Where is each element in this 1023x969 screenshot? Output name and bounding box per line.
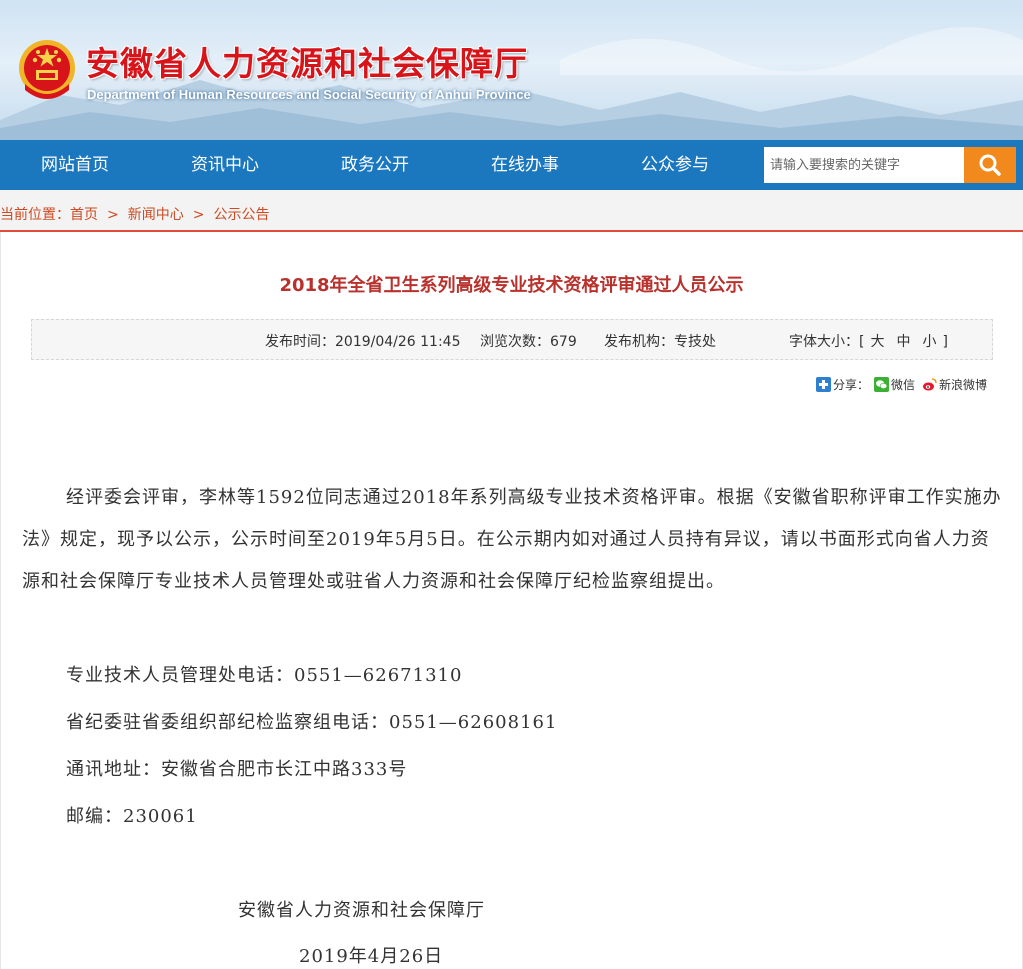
breadcrumb: 当前位置：首页 > 新闻中心 > 公示公告 (0, 204, 269, 224)
font-size-medium[interactable]: 中 (896, 334, 910, 350)
contact-address: 通讯地址：安徽省合肥市长江中路333号 (66, 759, 408, 780)
nav-item-home[interactable]: 网站首页 (0, 140, 150, 190)
wechat-icon (874, 377, 889, 392)
font-size-bracket-end: ] (942, 334, 948, 350)
weibo-label: 新浪微博 (939, 378, 988, 392)
font-size-label: 字体大小：[ (789, 334, 865, 350)
breadcrumb-news-center[interactable]: 新闻中心 (128, 207, 184, 223)
nav-item-news-center[interactable]: 资讯中心 (150, 140, 300, 190)
site-subtitle: Department of Human Resources and Social… (87, 87, 531, 102)
publishing-org: 发布机构：专技处 (604, 334, 716, 350)
breadcrumb-prefix: 当前位置： (0, 207, 70, 223)
view-count: 浏览次数：679 (480, 334, 577, 350)
search-input[interactable] (764, 147, 964, 183)
national-emblem-icon (19, 40, 75, 99)
contact-postcode: 邮编：230061 (66, 806, 198, 827)
font-size-control: 字体大小：[ 大中小] (789, 331, 948, 351)
share-wechat[interactable]: 微信 (874, 376, 915, 393)
nav-item-public-participation[interactable]: 公众参与 (600, 140, 750, 190)
signature-org: 安徽省人力资源和社会保障厅 (238, 900, 485, 921)
breadcrumb-home[interactable]: 首页 (70, 207, 98, 223)
font-size-large[interactable]: 大 (870, 334, 884, 350)
article-title: 2018年全省卫生系列高级专业技术资格评审通过人员公示 (279, 275, 744, 296)
breadcrumb-separator: > (192, 207, 205, 223)
breadcrumb-announcements[interactable]: 公示公告 (213, 207, 269, 223)
nav-item-government-affairs[interactable]: 政务公开 (300, 140, 450, 190)
publish-time: 发布时间：2019/04/26 11:45 (265, 334, 461, 350)
site-title: 安徽省人力资源和社会保障厅 (86, 44, 528, 83)
content-border-left (0, 232, 1, 969)
nav-item-online-services[interactable]: 在线办事 (450, 140, 600, 190)
contact-phone-professional-dept: 专业技术人员管理处电话：0551—62671310 (66, 665, 463, 686)
share-button[interactable]: 分享： (816, 376, 869, 393)
share-icon (816, 377, 831, 392)
wechat-label: 微信 (891, 378, 916, 392)
search-button[interactable] (964, 147, 1016, 183)
contact-phone-discipline-group: 省纪委驻省委组织部纪检监察组电话：0551—62608161 (66, 712, 558, 733)
article-body-paragraph: 经评委会评审，李林等1592位同志通过2018年系列高级专业技术资格评审。根据《… (22, 487, 1002, 592)
font-size-small[interactable]: 小 (922, 334, 936, 350)
breadcrumb-separator: > (107, 207, 119, 223)
header-banner: 安徽省人力资源和社会保障厅 Department of Human Resour… (0, 0, 1023, 140)
share-label: 分享： (833, 378, 870, 392)
signature-date: 2019年4月26日 (299, 946, 444, 967)
search-icon (979, 154, 1001, 176)
weibo-icon (923, 378, 937, 391)
share-weibo[interactable]: 新浪微博 (922, 376, 987, 393)
